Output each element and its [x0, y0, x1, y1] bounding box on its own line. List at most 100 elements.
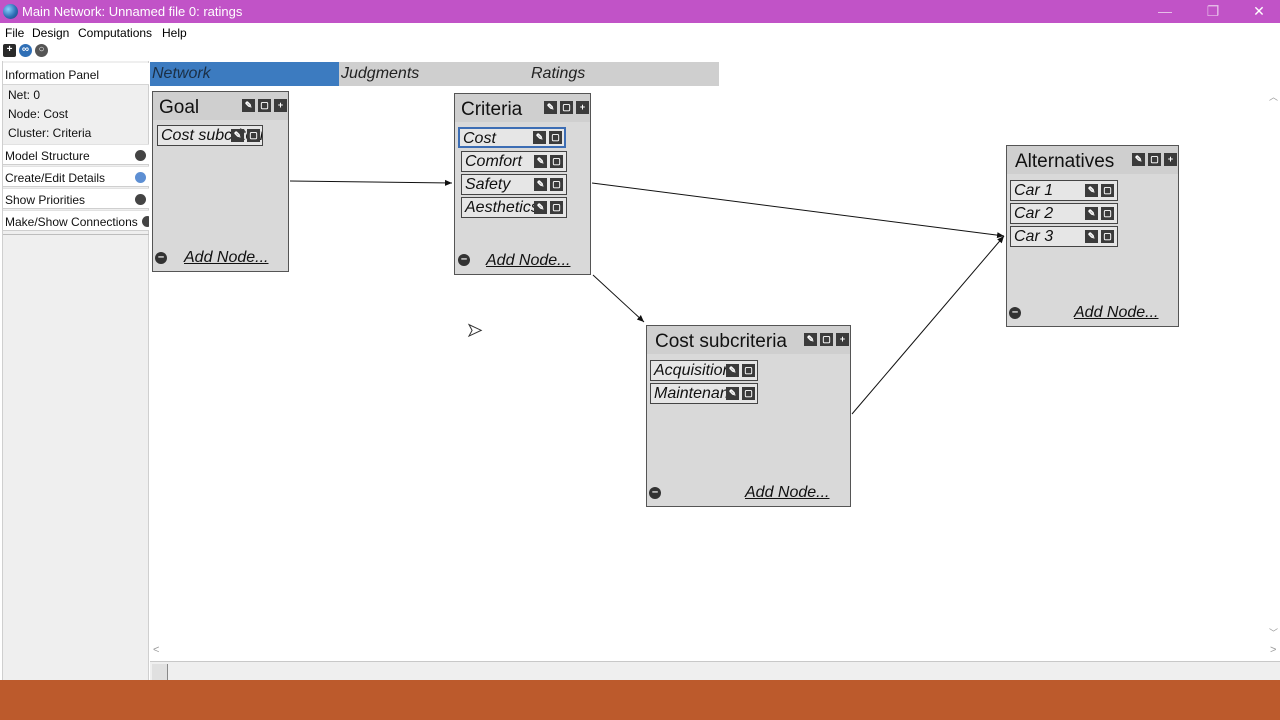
close-button[interactable]: ✕ — [1236, 0, 1280, 23]
add-icon[interactable]: + — [1164, 153, 1177, 166]
cluster-criteria[interactable]: Criteria ✎ ▢ + Cost ✎ ▢ Comfort ✎ ▢ Safe… — [454, 93, 591, 275]
edit-icon[interactable]: ✎ — [1085, 184, 1098, 197]
scroll-up-icon[interactable]: ︿ — [1269, 90, 1278, 103]
node-cost[interactable]: Cost ✎ ▢ — [458, 127, 566, 148]
node-icons: ✎ ▢ — [726, 387, 755, 400]
expand-icon[interactable] — [135, 194, 146, 205]
info-cluster: Cluster: Criteria — [8, 126, 92, 140]
node-car-1[interactable]: Car 1 ✎ ▢ — [1010, 180, 1118, 201]
add-icon[interactable]: + — [576, 101, 589, 114]
edit-icon[interactable]: ✎ — [1085, 207, 1098, 220]
delete-icon[interactable]: ▢ — [742, 387, 755, 400]
delete-icon[interactable]: ▢ — [1101, 207, 1114, 220]
collapse-icon[interactable]: – — [458, 254, 470, 266]
delete-icon[interactable]: ▢ — [550, 178, 563, 191]
section-create-edit-details[interactable]: Create/Edit Details — [3, 166, 149, 187]
delete-icon[interactable]: ▢ — [820, 333, 833, 346]
resize-handle[interactable] — [152, 664, 168, 680]
section-model-structure[interactable]: Model Structure — [3, 144, 149, 165]
node-label: Car 3 — [1014, 228, 1054, 245]
delete-icon[interactable]: ▢ — [550, 155, 563, 168]
delete-icon[interactable]: ▢ — [549, 131, 562, 144]
edit-icon[interactable]: ✎ — [804, 333, 817, 346]
tab-network[interactable]: Network — [150, 62, 339, 86]
menu-file[interactable]: File — [5, 26, 24, 40]
edit-icon[interactable]: ✎ — [1132, 153, 1145, 166]
delete-icon[interactable]: ▢ — [742, 364, 755, 377]
cluster-goal[interactable]: Goal ✎ ▢ + Cost subcriteria ✎ ▢ – Add No… — [152, 91, 289, 272]
vertical-scrollbar[interactable]: ︿ ﹀ — [1266, 86, 1280, 641]
link-icon[interactable]: ∞ — [19, 44, 32, 57]
menu-design[interactable]: Design — [32, 26, 69, 40]
node-safety[interactable]: Safety ✎ ▢ — [461, 174, 567, 195]
section-show-priorities[interactable]: Show Priorities — [3, 188, 149, 209]
node-label: Comfort — [465, 153, 522, 170]
node-acquisition[interactable]: Acquisition ✎ ▢ — [650, 360, 758, 381]
information-panel: Information Panel Net: 0 Node: Cost Clus… — [2, 61, 149, 680]
app-globe-icon — [3, 4, 18, 19]
horizontal-scrollbar[interactable]: < > — [150, 641, 1280, 661]
add-node-link[interactable]: Add Node... — [486, 252, 571, 270]
info-net: Net: 0 — [8, 88, 41, 102]
add-icon[interactable]: + — [836, 333, 849, 346]
cluster-icons: ✎ ▢ + — [544, 101, 589, 114]
edit-icon[interactable]: ✎ — [534, 178, 547, 191]
delete-icon[interactable]: ▢ — [1101, 184, 1114, 197]
scroll-left-icon[interactable]: < — [153, 644, 159, 656]
zoom-icon[interactable]: ○ — [35, 44, 48, 57]
node-comfort[interactable]: Comfort ✎ ▢ — [461, 151, 567, 172]
scroll-down-icon[interactable]: ﹀ — [1269, 626, 1278, 639]
section-make-show-connections[interactable]: Make/Show Connections — [3, 210, 149, 231]
delete-icon[interactable]: ▢ — [560, 101, 573, 114]
edit-icon[interactable]: ✎ — [533, 131, 546, 144]
node-label: Acquisition — [654, 362, 732, 379]
node-icons: ✎ ▢ — [534, 155, 563, 168]
delete-icon[interactable]: ▢ — [247, 129, 260, 142]
delete-icon[interactable]: ▢ — [550, 201, 563, 214]
collapse-icon[interactable]: – — [1009, 307, 1021, 319]
node-icons: ✎ ▢ — [1085, 230, 1114, 243]
delete-icon[interactable]: ▢ — [258, 99, 271, 112]
cluster-alternatives[interactable]: Alternatives ✎ ▢ + Car 1 ✎ ▢ Car 2 ✎ ▢ C… — [1006, 145, 1179, 327]
add-icon[interactable]: + — [3, 44, 16, 57]
add-node-link[interactable]: Add Node... — [1074, 304, 1159, 322]
tab-ratings[interactable]: Ratings — [529, 62, 719, 86]
collapse-icon[interactable]: – — [155, 252, 167, 264]
edit-icon[interactable]: ✎ — [242, 99, 255, 112]
expand-icon[interactable] — [135, 150, 146, 161]
cluster-icons: ✎ ▢ + — [242, 99, 287, 112]
edit-icon[interactable]: ✎ — [544, 101, 557, 114]
edit-icon[interactable]: ✎ — [231, 129, 244, 142]
delete-icon[interactable]: ▢ — [1148, 153, 1161, 166]
scroll-right-icon[interactable]: > — [1270, 644, 1276, 656]
tab-judgments[interactable]: Judgments — [339, 62, 529, 86]
expand-icon[interactable] — [135, 172, 146, 183]
delete-icon[interactable]: ▢ — [1101, 230, 1114, 243]
edit-icon[interactable]: ✎ — [534, 155, 547, 168]
node-icons: ✎ ▢ — [533, 131, 562, 144]
maximize-button[interactable]: ❐ — [1190, 0, 1236, 23]
add-node-link[interactable]: Add Node... — [184, 249, 269, 267]
node-label: Safety — [465, 176, 511, 193]
node-car-2[interactable]: Car 2 ✎ ▢ — [1010, 203, 1118, 224]
window-title: Main Network: Unnamed file 0: ratings — [22, 4, 243, 19]
cluster-title: Criteria — [461, 99, 523, 120]
expand-icon[interactable] — [142, 216, 149, 227]
edit-icon[interactable]: ✎ — [726, 364, 739, 377]
node-aesthetics[interactable]: Aesthetics ✎ ▢ — [461, 197, 567, 218]
collapse-icon[interactable]: – — [649, 487, 661, 499]
edit-icon[interactable]: ✎ — [1085, 230, 1098, 243]
node-icons: ✎ ▢ — [1085, 207, 1114, 220]
menu-computations[interactable]: Computations — [78, 26, 152, 40]
add-icon[interactable]: + — [274, 99, 287, 112]
cluster-title: Goal — [159, 97, 200, 118]
edit-icon[interactable]: ✎ — [726, 387, 739, 400]
edit-icon[interactable]: ✎ — [534, 201, 547, 214]
node-cost-subcriteria[interactable]: Cost subcriteria ✎ ▢ — [157, 125, 263, 146]
minimize-button[interactable]: — — [1142, 0, 1188, 23]
menu-help[interactable]: Help — [162, 26, 187, 40]
cluster-cost-subcriteria[interactable]: Cost subcriteria ✎ ▢ + Acquisition ✎ ▢ M… — [646, 325, 851, 507]
add-node-link[interactable]: Add Node... — [745, 484, 830, 502]
node-car-3[interactable]: Car 3 ✎ ▢ — [1010, 226, 1118, 247]
node-maintenance[interactable]: Maintenance ✎ ▢ — [650, 383, 758, 404]
